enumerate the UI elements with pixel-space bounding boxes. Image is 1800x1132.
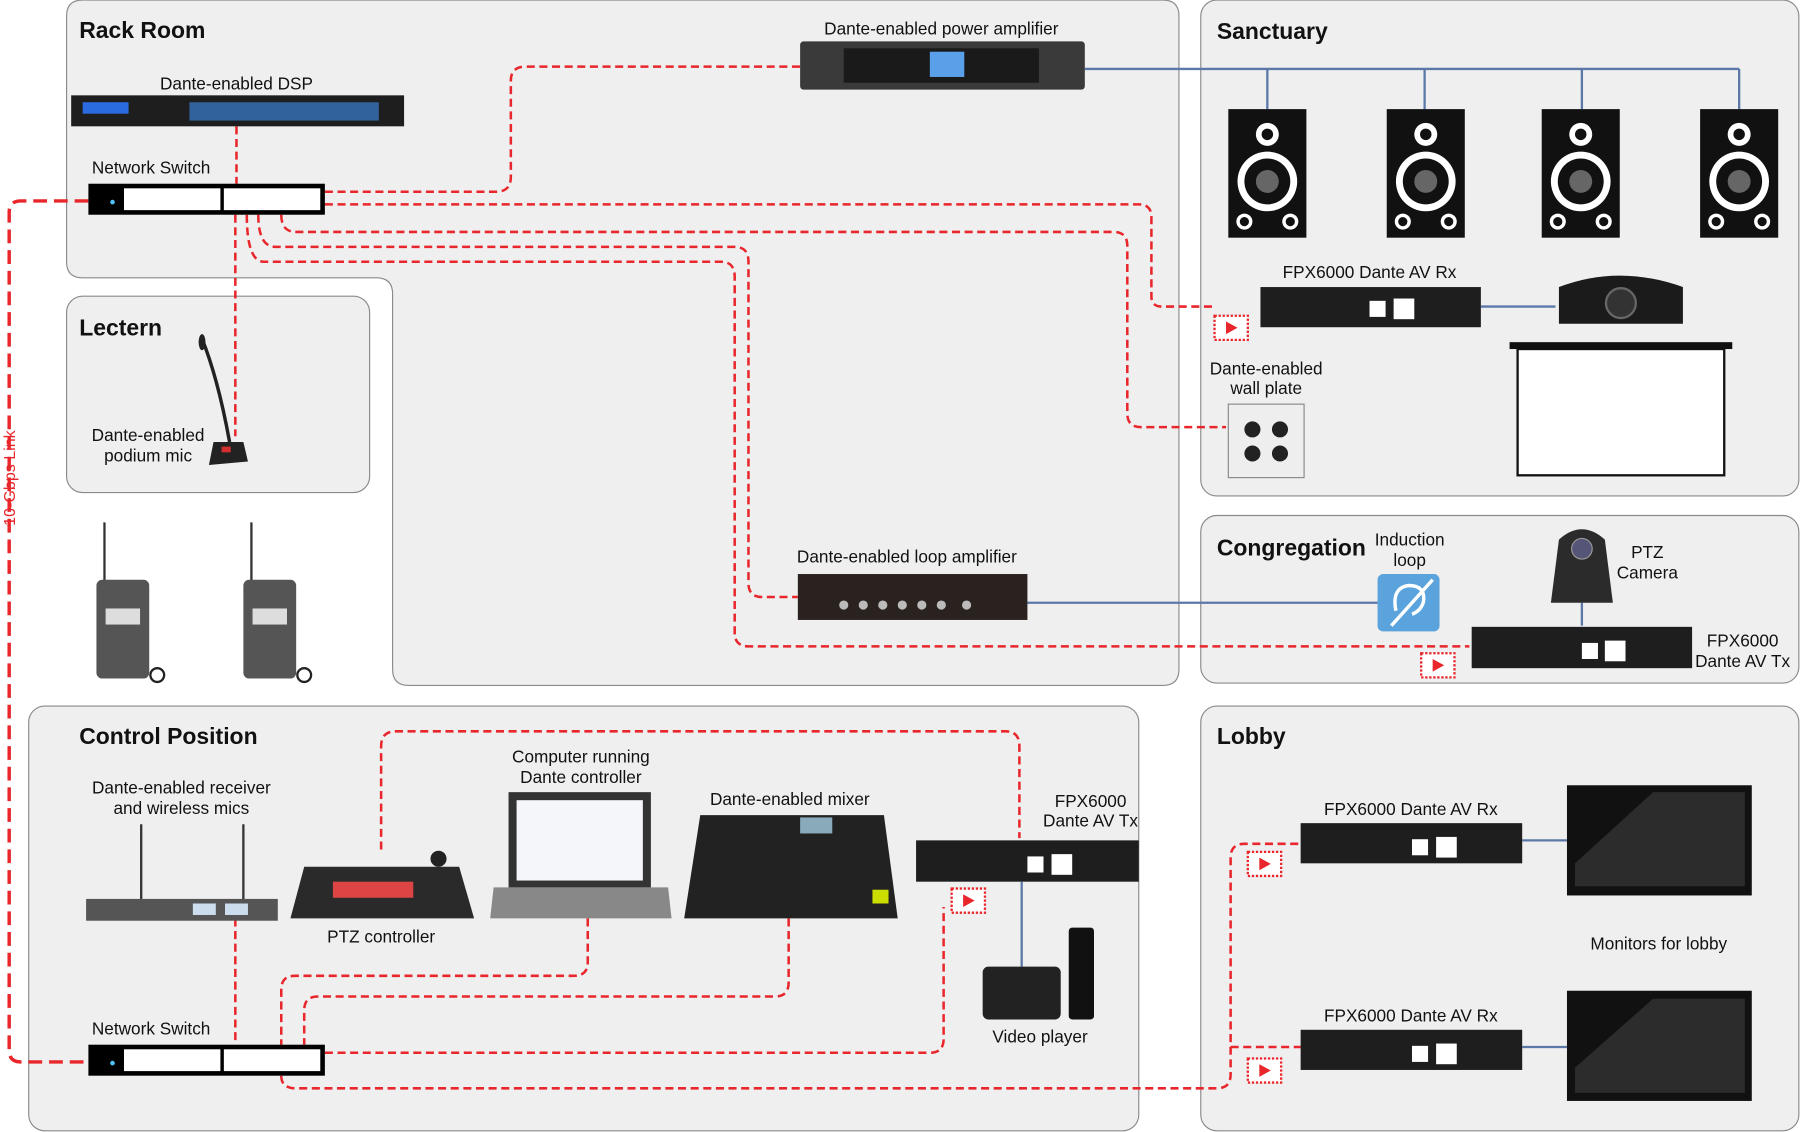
projector-device [1558,275,1683,324]
tx-congregation-label-2: Dante AV Tx [1695,651,1790,671]
computer-label-1: Computer running [512,746,650,766]
tx-congregation-label-1: FPX6000 [1707,630,1779,650]
ptz-controller-label: PTZ controller [327,927,435,947]
switch-rack-label: Network Switch [92,157,211,177]
loop-amplifier-device[interactable] [797,574,1028,620]
wall-plate-label-2: wall plate [1229,378,1302,398]
receiver-label-2: and wireless mics [113,798,249,818]
induction-loop-label-1: Induction [1375,529,1445,549]
wall-plate-label-1: Dante-enabled [1210,358,1323,378]
ptz-camera-label-1: PTZ [1631,542,1664,562]
induction-loop-label-2: loop [1393,550,1426,570]
receiver-label-1: Dante-enabled receiver [92,777,271,797]
dsp-label: Dante-enabled DSP [160,74,313,94]
laptop-device[interactable] [490,792,672,919]
fpx6000-tx-control[interactable] [916,840,1139,882]
dsp-device[interactable] [71,95,405,127]
induction-loop-icon [1377,574,1440,632]
tx-control-label-2: Dante AV Tx [1043,811,1138,831]
rx-lobby-2-label: FPX6000 Dante AV Rx [1324,1006,1498,1026]
fpx6000-rx-lobby-2[interactable] [1300,1029,1523,1070]
video-stream-icon [1246,1057,1283,1084]
link-label-10gbps: 10-Gbps Link [1,429,19,526]
mixer-label: Dante-enabled mixer [710,789,870,809]
video-stream-icon [1246,850,1283,878]
switch-control-label: Network Switch [92,1018,211,1038]
zone-title-lobby: Lobby [1217,723,1286,749]
video-stream-icon [1420,652,1456,679]
video-player-label: Video player [992,1026,1088,1046]
loop-amp-label: Dante-enabled loop amplifier [797,547,1017,567]
rx-sanctuary-label: FPX6000 Dante AV Rx [1283,262,1457,282]
computer-label-2: Dante controller [520,767,642,787]
wall-plate-device[interactable] [1227,403,1305,479]
ptz-camera-label-2: Camera [1617,563,1679,583]
zone-title-rack-room: Rack Room [79,17,205,43]
fpx6000-rx-lobby-1[interactable] [1300,823,1523,864]
network-switch-rack[interactable] [88,183,325,215]
mixer-device[interactable] [684,815,898,919]
ptz-camera-device[interactable] [1550,529,1613,603]
fpx6000-rx-sanctuary[interactable] [1260,287,1481,328]
video-stream-icon [950,887,987,914]
podium-mic-label-1: Dante-enabled [92,425,205,445]
podium-mic-label-2: podium mic [104,446,192,466]
rx-lobby-1-label: FPX6000 Dante AV Rx [1324,799,1498,819]
zone-title-control-position: Control Position [79,723,257,749]
wireless-bodypack-mics [96,522,313,684]
power-amplifier-device[interactable] [800,41,1085,90]
zone-title-sanctuary: Sanctuary [1217,18,1328,44]
zone-title-lectern: Lectern [79,314,162,340]
monitors-label: Monitors for lobby [1590,933,1727,953]
av-network-diagram: Rack Room Lectern Sanctuary Congregation… [1,0,1800,1132]
power-amp-label: Dante-enabled power amplifier [824,18,1059,38]
network-switch-control[interactable] [88,1044,325,1076]
tx-control-label-1: FPX6000 [1055,791,1127,811]
video-stream-icon [1213,314,1249,341]
projection-screen [1509,342,1733,477]
fpx6000-tx-congregation[interactable] [1471,626,1693,669]
zone-title-congregation: Congregation [1217,535,1366,561]
